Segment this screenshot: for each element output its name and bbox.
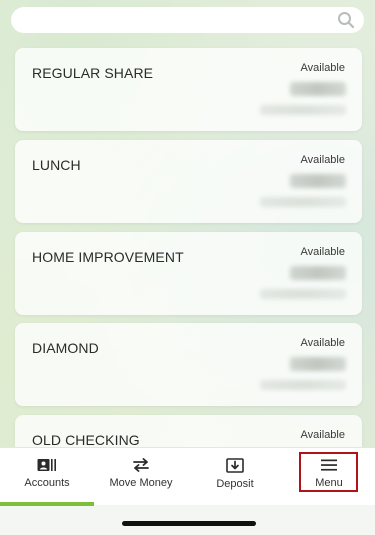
deposit-icon — [226, 458, 244, 473]
available-label: Available — [300, 429, 345, 441]
available-label: Available — [300, 246, 345, 258]
account-name: OLD CHECKING — [32, 432, 140, 448]
account-name: DIAMOND — [32, 340, 99, 356]
menu-highlight-box — [299, 452, 358, 492]
tab-label: Move Money — [109, 477, 173, 489]
account-name: HOME IMPROVEMENT — [32, 249, 184, 265]
available-label: Available — [300, 154, 345, 166]
search-icon[interactable] — [337, 11, 355, 29]
redacted-balance — [290, 82, 346, 96]
redacted-detail — [260, 289, 346, 299]
search-bar[interactable] — [11, 7, 364, 33]
redacted-detail — [260, 380, 346, 390]
accounts-icon — [37, 459, 56, 471]
active-tab-indicator — [0, 502, 94, 506]
tab-label: Accounts — [24, 477, 70, 489]
tab-accounts[interactable]: Accounts — [0, 448, 94, 506]
transfer-arrows-icon — [133, 458, 149, 472]
redacted-balance — [290, 174, 346, 188]
home-indicator — [122, 521, 256, 526]
redacted-balance — [290, 357, 346, 371]
tab-label: Deposit — [216, 478, 254, 490]
tab-move-money[interactable]: Move Money — [94, 448, 188, 506]
account-card-lunch[interactable]: LUNCH Available — [15, 140, 362, 223]
redacted-balance — [290, 266, 346, 280]
account-card-diamond[interactable]: DIAMOND Available — [15, 323, 362, 406]
account-name: REGULAR SHARE — [32, 65, 154, 81]
account-card-home-improvement[interactable]: HOME IMPROVEMENT Available — [15, 232, 362, 315]
account-card-regular-share[interactable]: REGULAR SHARE Available — [15, 48, 362, 131]
account-name: LUNCH — [32, 157, 81, 173]
available-label: Available — [300, 62, 345, 74]
redacted-detail — [260, 197, 346, 207]
redacted-detail — [260, 105, 346, 115]
available-label: Available — [300, 337, 345, 349]
tab-deposit[interactable]: Deposit — [188, 448, 282, 506]
